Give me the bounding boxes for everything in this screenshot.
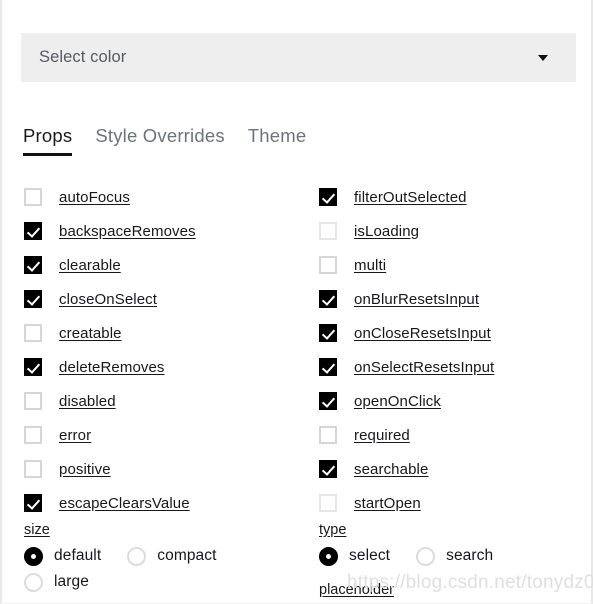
radio-type-search[interactable]: search	[416, 546, 494, 566]
checkbox-clearable[interactable]	[24, 256, 42, 274]
size-options-row-2: large	[24, 569, 243, 595]
tab-props[interactable]: Props	[23, 125, 73, 156]
chevron-down-icon[interactable]	[538, 54, 548, 61]
checkbox-error[interactable]	[24, 426, 42, 444]
checkbox-label: onBlurResetsInput	[354, 290, 480, 308]
tab-bar: Props Style Overrides Theme	[23, 108, 329, 156]
checkbox-positive[interactable]	[24, 460, 42, 478]
radio-size-default[interactable]: default	[24, 546, 102, 566]
color-select-wrapper: Select color	[21, 33, 576, 82]
checkbox-label: onSelectResetsInput	[354, 358, 495, 376]
checkbox-escapeclearsvalue[interactable]	[24, 494, 42, 512]
checkbox-disabled[interactable]	[24, 392, 42, 410]
checkbox-isloading[interactable]	[319, 222, 337, 240]
radio-indicator[interactable]	[24, 572, 43, 592]
checkbox-startopen[interactable]	[319, 494, 337, 512]
color-select-placeholder: Select color	[39, 48, 127, 66]
checkbox-searchable[interactable]	[319, 460, 337, 478]
radio-label: select	[349, 547, 391, 564]
checkbox-closeonselect[interactable]	[24, 290, 42, 308]
radio-indicator[interactable]	[416, 546, 436, 566]
radio-size-compact[interactable]: compact	[127, 546, 217, 566]
placeholder-group-label: placeholder	[319, 582, 394, 598]
checkbox-label: searchable	[354, 460, 429, 478]
radio-label: default	[54, 547, 102, 564]
tab-theme-label: Theme	[247, 125, 307, 146]
checkbox-label: startOpen	[354, 494, 421, 512]
checkbox-filteroutselected[interactable]	[319, 188, 337, 206]
checkbox-label: isLoading	[354, 222, 420, 240]
checkbox-label: filterOutSelected	[354, 188, 467, 206]
type-group-label: type	[319, 522, 347, 538]
props-grid: autoFocus backspaceRemoves clearable clo…	[2, 180, 593, 520]
checkbox-label: required	[354, 426, 410, 444]
type-group: type select search	[319, 521, 519, 569]
tab-theme[interactable]: Theme	[248, 125, 307, 156]
radio-label: search	[446, 547, 494, 564]
checkbox-onblurresetsinput[interactable]	[319, 290, 337, 308]
checkbox-deleteremoves[interactable]	[24, 358, 42, 376]
tab-style-overrides-label: Style Overrides	[95, 125, 225, 146]
radio-indicator[interactable]	[319, 546, 338, 566]
checkbox-required[interactable]	[319, 426, 337, 444]
size-options-row-1: default compact	[24, 543, 243, 569]
checkbox-creatable[interactable]	[24, 324, 42, 342]
checkbox-label: multi	[354, 256, 387, 274]
checkbox-label: onCloseResetsInput	[354, 324, 491, 342]
select-config-panel: Select color Props Style Overrides Theme…	[0, 0, 593, 604]
tab-props-label: Props	[23, 125, 73, 146]
checkbox-onselectresetsinput[interactable]	[319, 358, 337, 376]
radio-label: large	[54, 573, 89, 590]
checkbox-autofocus[interactable]	[24, 188, 42, 206]
size-group: size default compact large	[24, 521, 243, 595]
checkbox-backspaceremoves[interactable]	[24, 222, 42, 240]
radio-label: compact	[157, 547, 217, 564]
props-column-right: filterOutSelected isLoading multi onBlur…	[2, 180, 494, 520]
checkbox-openonclick[interactable]	[319, 392, 337, 410]
radio-indicator[interactable]	[127, 546, 147, 566]
tab-style-overrides[interactable]: Style Overrides	[95, 125, 224, 156]
radio-size-large[interactable]: large	[24, 572, 89, 592]
radio-type-select[interactable]: select	[319, 546, 391, 566]
type-options-row: select search	[319, 543, 519, 569]
color-select[interactable]: Select color	[21, 33, 576, 82]
checkbox-oncloseresetsinput[interactable]	[319, 324, 337, 342]
radio-indicator[interactable]	[24, 546, 43, 566]
checkbox-multi[interactable]	[319, 256, 337, 274]
checkbox-label: openOnClick	[354, 392, 441, 410]
size-group-label: size	[24, 522, 50, 538]
